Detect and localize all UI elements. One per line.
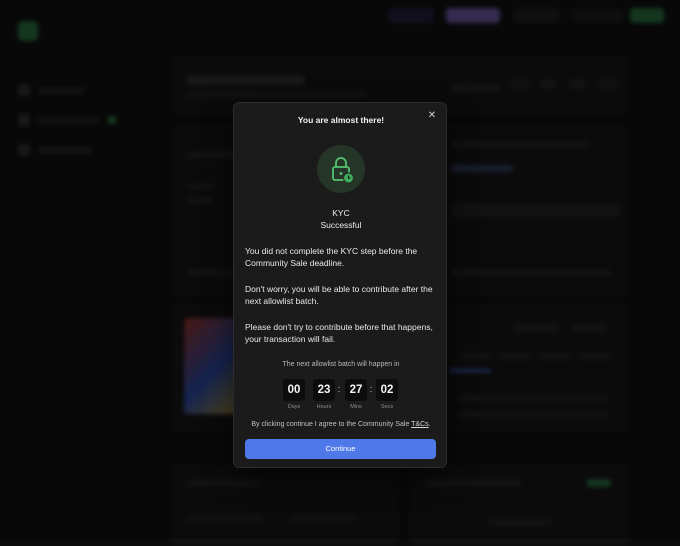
countdown-days-label: Days [287,404,301,410]
countdown-separator: : [369,384,373,394]
countdown-timer: 00 Days 23 Hours : 27 Mins : 02 Secs [280,379,402,415]
terms-link[interactable]: T&Cs [411,421,429,428]
lock-clock-icon [317,145,365,193]
kyc-status: Successful [320,220,362,230]
modal-title: You are almost there! [297,115,385,125]
kyc-label: KYC [332,208,350,218]
info-paragraph-1: You did not complete the KYC step before… [245,246,418,268]
countdown-mins-value: 27 [345,379,367,401]
countdown-hours: 23 Hours [313,379,335,410]
terms-agreement: By clicking continue I agree to the Comm… [234,421,448,428]
app-root: You are almost there! ✕ KYC Successful Y… [0,0,680,546]
countdown-secs: 02 Secs [376,379,398,410]
countdown-hours-label: Hours [316,404,332,410]
countdown-mins-label: Mins [350,404,362,410]
terms-text: By clicking continue I agree to the Comm… [251,421,410,428]
info-paragraph-3: Please don't try to contribute before th… [245,322,433,344]
countdown-days-value: 00 [283,379,305,401]
countdown-days: 00 Days [283,379,305,410]
countdown-hours-value: 23 [313,379,335,401]
countdown-secs-label: Secs [380,404,394,410]
continue-button[interactable]: Continue [245,439,436,459]
info-paragraph-2: Don't worry, you will be able to contrib… [245,284,433,306]
countdown-separator: : [337,384,341,394]
countdown-mins: 27 Mins [345,379,367,410]
countdown-caption: The next allowlist batch will happen in [282,361,400,368]
close-icon[interactable]: ✕ [426,110,438,122]
kyc-modal: You are almost there! ✕ KYC Successful Y… [233,102,447,468]
countdown-secs-value: 02 [376,379,398,401]
terms-suffix: . [428,421,431,428]
